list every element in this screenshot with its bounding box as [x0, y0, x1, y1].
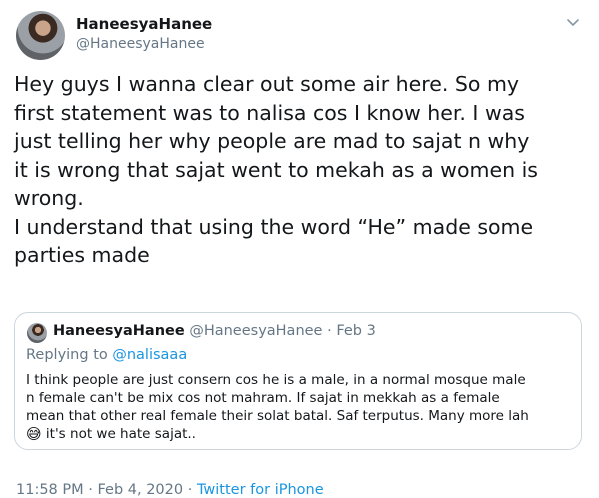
- quoted-separator: ·: [327, 323, 332, 339]
- replying-to-link[interactable]: @nalisaaa: [112, 347, 187, 363]
- author-avatar[interactable]: [16, 11, 65, 60]
- sweat-smile-icon: 😅: [26, 425, 42, 443]
- quoted-tweet-header: HaneesyaHanee @HaneesyaHanee · Feb 3: [53, 323, 376, 339]
- quoted-text-main: I think people are just consern cos he i…: [26, 372, 529, 424]
- quoted-tweet[interactable]: HaneesyaHanee @HaneesyaHanee · Feb 3 Rep…: [14, 312, 582, 450]
- quoted-author-avatar: [27, 323, 47, 343]
- quoted-author-handle: @HaneesyaHanee: [189, 323, 323, 339]
- quoted-tweet-text: I think people are just consern cos he i…: [26, 371, 566, 443]
- chevron-down-icon[interactable]: [565, 14, 581, 30]
- quoted-text-end: it's not we hate sajat..: [41, 426, 196, 442]
- tweet-text: Hey guys I wanna clear out some air here…: [14, 72, 538, 267]
- quoted-author-name: HaneesyaHanee: [53, 323, 185, 339]
- replying-to: Replying to @nalisaaa: [26, 347, 187, 363]
- author-display-name[interactable]: HaneesyaHanee: [76, 15, 212, 33]
- replying-to-prefix: Replying to: [26, 347, 108, 363]
- author-handle[interactable]: @HaneesyaHanee: [76, 36, 205, 52]
- quoted-date: Feb 3: [336, 323, 376, 339]
